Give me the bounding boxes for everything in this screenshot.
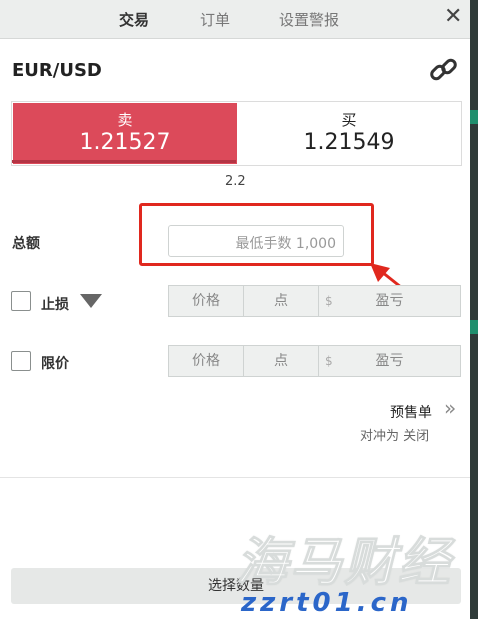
sell-selected-indicator <box>12 160 236 163</box>
stop-loss-label: 止损 <box>41 297 69 313</box>
stop-loss-price-field[interactable]: 价格 <box>169 286 244 316</box>
sell-button[interactable]: 卖 1.21527 <box>13 103 237 164</box>
limit-pnl-field[interactable]: $ 盈亏 <box>319 346 460 376</box>
tab-bar: 交易 订单 设置警报 ✕ <box>0 0 478 39</box>
stop-loss-points-field[interactable]: 点 <box>244 286 319 316</box>
sell-price: 1.21527 <box>79 130 171 155</box>
link-icon[interactable] <box>428 55 460 85</box>
stop-loss-pnl-field[interactable]: $ 盈亏 <box>319 286 460 316</box>
tab-orders[interactable]: 订单 <box>200 9 230 30</box>
limit-checkbox[interactable] <box>11 351 31 371</box>
buy-price: 1.21549 <box>303 130 395 155</box>
divider <box>0 477 470 478</box>
instrument-name: EUR/USD <box>12 60 102 81</box>
stop-loss-fields: 价格 点 $ 盈亏 <box>168 285 461 317</box>
limit-pnl-label: 盈亏 <box>375 353 404 369</box>
tab-trade[interactable]: 交易 <box>119 9 149 30</box>
sell-label: 卖 <box>117 111 133 129</box>
stop-loss-checkbox[interactable] <box>11 291 31 311</box>
double-chevron-right-icon[interactable]: » <box>444 398 456 418</box>
limit-price-field[interactable]: 价格 <box>169 346 244 376</box>
currency-symbol: $ <box>325 354 333 368</box>
pending-order-link[interactable]: 预售单 <box>390 402 432 422</box>
close-icon[interactable]: ✕ <box>444 6 462 28</box>
limit-fields: 价格 点 $ 盈亏 <box>168 345 461 377</box>
buy-label: 买 <box>341 111 357 129</box>
hedge-status: 对冲为 关闭 <box>360 429 430 444</box>
buy-button[interactable]: 买 1.21549 <box>238 103 460 164</box>
currency-symbol: $ <box>325 294 333 308</box>
tab-set-alert[interactable]: 设置警报 <box>279 9 339 30</box>
watermark-url: zzrt01.cn <box>241 588 413 618</box>
highlight-annotation <box>139 203 374 266</box>
limit-label: 限价 <box>41 356 69 372</box>
quote-panel: 卖 1.21527 买 1.21549 <box>11 101 462 166</box>
limit-points-field[interactable]: 点 <box>244 346 319 376</box>
amount-label: 总额 <box>12 236 40 252</box>
stop-loss-dropdown-icon[interactable] <box>80 294 102 308</box>
edge-marker <box>470 320 478 334</box>
edge-marker <box>470 110 478 124</box>
spread-value: 2.2 <box>225 174 246 189</box>
watermark-text: 海马财经 <box>235 533 453 594</box>
stop-loss-pnl-label: 盈亏 <box>375 293 404 309</box>
background-panel-edge <box>470 0 478 619</box>
